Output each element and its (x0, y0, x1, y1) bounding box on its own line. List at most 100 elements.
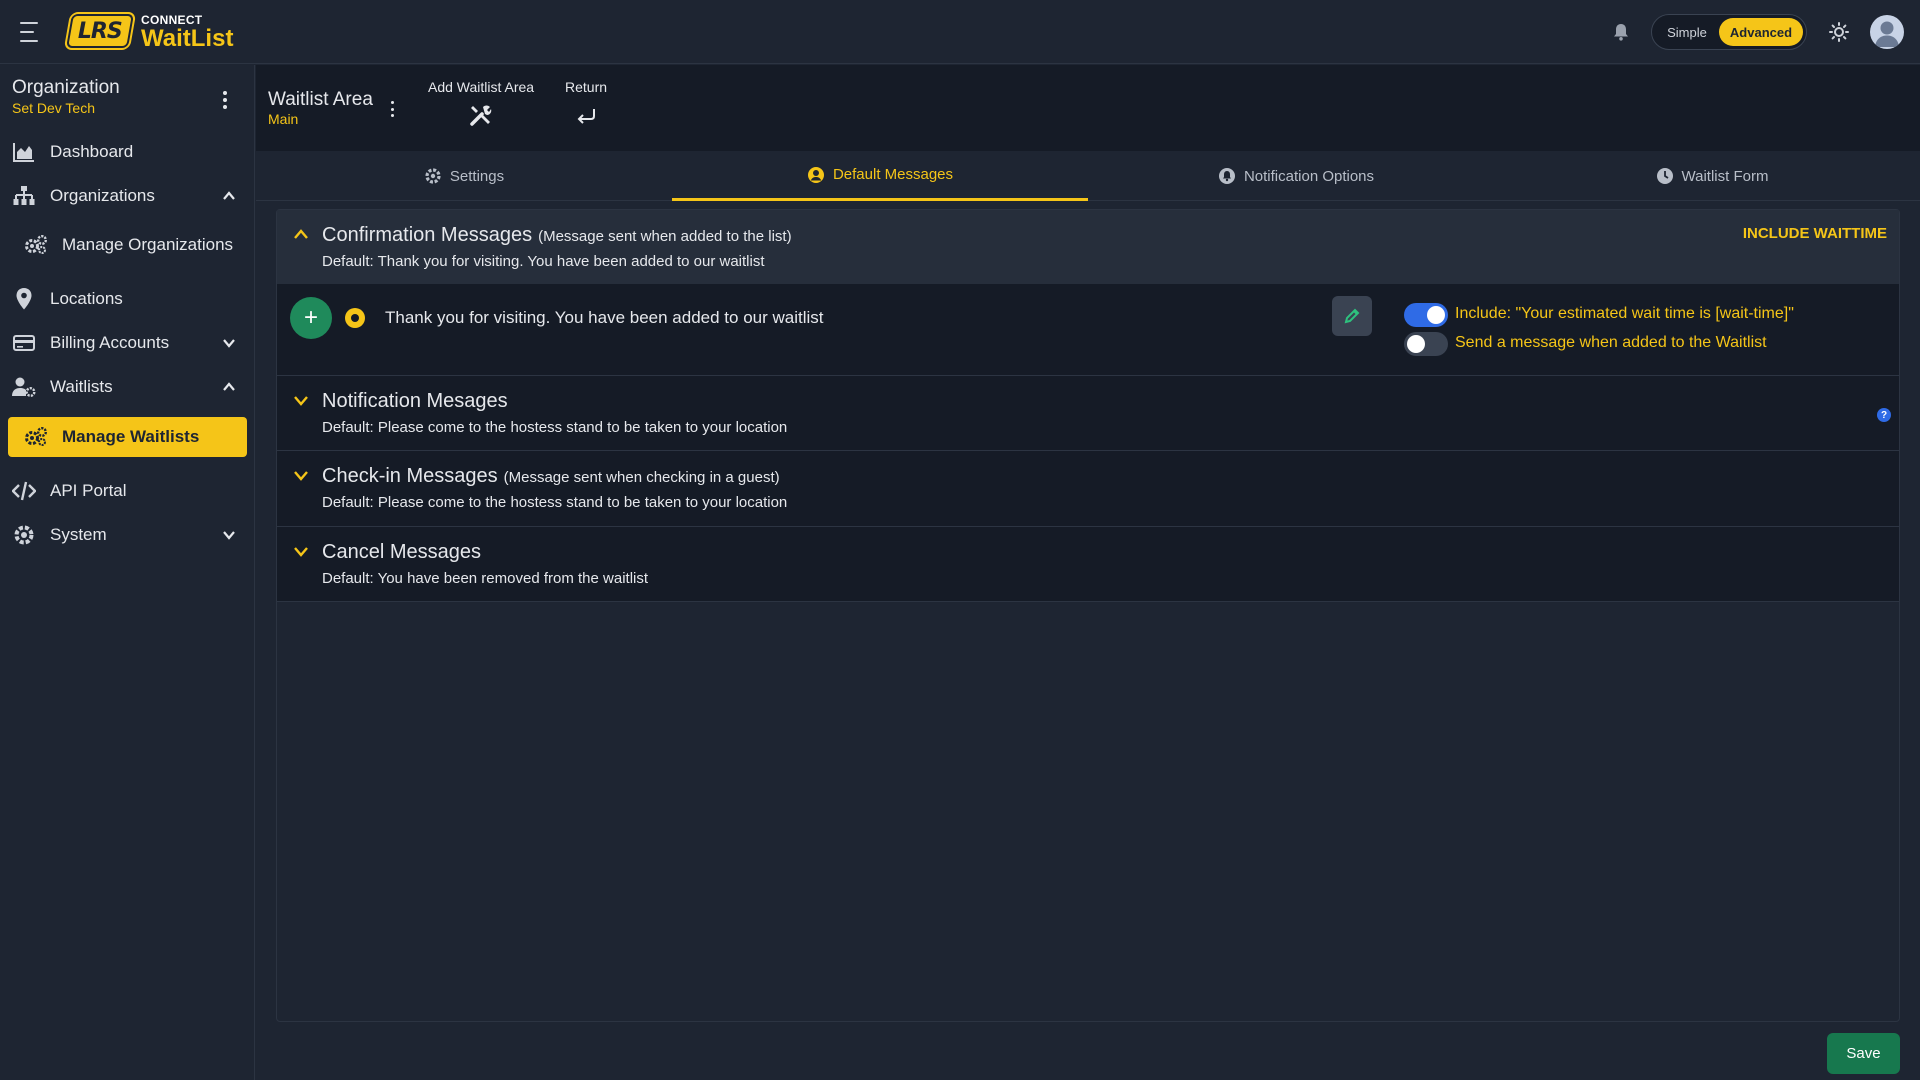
mode-toggle: Simple Advanced (1651, 14, 1807, 50)
sidebar-item-billing-accounts[interactable]: Billing Accounts (8, 323, 247, 363)
add-waitlist-area-label: Add Waitlist Area (428, 79, 535, 95)
sidebar-item-label: API Portal (50, 481, 127, 500)
bell-icon[interactable] (1611, 22, 1631, 42)
chevron-up-icon (292, 226, 310, 244)
cancel-default-text: Default: You have been removed from the … (322, 570, 649, 587)
chevron-down-icon (292, 542, 310, 560)
return-arrow-icon (574, 103, 598, 127)
send-message-switch-label: Send a message when added to the Waitlis… (1455, 334, 1767, 351)
tab-label: Waitlist Form (1681, 167, 1769, 185)
area-subtitle: Main (268, 111, 299, 127)
edit-message-button[interactable] (1332, 296, 1372, 336)
sidebar-item-manage-waitlists[interactable]: Manage Waitlists (8, 417, 247, 457)
org-title: Organization (12, 77, 120, 98)
gears-icon (24, 425, 48, 449)
return-label: Return (565, 79, 608, 95)
sidebar-item-dashboard[interactable]: Dashboard (8, 132, 247, 172)
tools-icon (469, 103, 493, 127)
tab-settings[interactable]: Settings (256, 151, 672, 201)
chevron-up-icon (221, 188, 237, 204)
sidebar-item-label: Manage Organizations (62, 235, 234, 254)
location-pin-icon (12, 287, 36, 311)
sun-icon[interactable] (1829, 22, 1849, 42)
notification-messages-section: Notification Mesages Default: Please com… (277, 376, 1899, 451)
return-button[interactable]: Return (565, 79, 607, 127)
checkin-messages-header[interactable]: Check-in Messages (Message sent when chec… (277, 451, 1899, 527)
chart-area-icon (12, 140, 36, 164)
section-title: Check-in Messages (Message sent when chec… (322, 465, 780, 488)
area-more-icon[interactable] (389, 101, 395, 117)
users-gear-icon (12, 375, 36, 399)
help-icon[interactable]: ? (1877, 408, 1891, 422)
include-waittime-switch[interactable] (1404, 303, 1448, 327)
tab-label: Notification Options (1243, 167, 1375, 185)
plus-icon: + (303, 304, 318, 331)
chevron-down-icon (292, 391, 310, 409)
gears-icon (24, 233, 48, 257)
cancel-messages-header[interactable]: Cancel Messages Default: You have been r… (277, 527, 1899, 602)
credit-card-icon (12, 331, 36, 355)
save-button[interactable]: Save (1827, 1033, 1900, 1074)
tab-label: Default Messages (832, 166, 954, 183)
add-message-button[interactable]: + (290, 297, 332, 339)
sidebar-item-label: System (50, 525, 107, 544)
sidebar-item-label: Organizations (50, 186, 155, 205)
confirmation-default-text: Default: Thank you for visiting. You hav… (322, 253, 765, 270)
sidebar-item-locations[interactable]: Locations (8, 279, 247, 319)
tab-waitlist-form[interactable]: Waitlist Form (1504, 151, 1920, 201)
sidebar-item-label: Waitlists (50, 377, 113, 396)
pencil-icon (1344, 308, 1360, 324)
bell-circle-icon (1218, 167, 1236, 185)
mode-advanced-button[interactable]: Advanced (1719, 18, 1803, 46)
sidebar-item-organizations[interactable]: Organizations (8, 176, 247, 216)
add-waitlist-area-button[interactable]: Add Waitlist Area (428, 79, 534, 127)
sidebar-item-manage-organizations[interactable]: Manage Organizations (8, 225, 247, 265)
messages-panel: Confirmation Messages (Message sent when … (276, 209, 1900, 1022)
sidebar-item-label: Manage Waitlists (62, 427, 200, 446)
confirmation-note: (Message sent when added to the list) (538, 228, 792, 245)
tab-bar: Settings Default Messages Notification O… (256, 151, 1920, 201)
message-select-radio[interactable] (345, 308, 365, 328)
mode-simple-button[interactable]: Simple (1655, 18, 1719, 46)
tab-default-messages[interactable]: Default Messages (672, 151, 1088, 201)
confirmation-message-row: + Thank you for visiting. You have been … (277, 284, 1899, 375)
sitemap-icon (12, 184, 36, 208)
gear-icon (12, 523, 36, 547)
sidebar-item-label: Locations (50, 289, 123, 308)
chevron-up-icon (221, 379, 237, 395)
sidebar: Organization Set Dev Tech Dashboard Orga… (0, 65, 255, 1080)
cancel-title: Cancel Messages (322, 541, 481, 563)
org-more-icon[interactable] (222, 91, 228, 109)
org-name: Set Dev Tech (12, 100, 96, 116)
sidebar-item-waitlists[interactable]: Waitlists (8, 367, 247, 407)
include-waittime-button[interactable]: INCLUDE WAITTIME (1743, 225, 1887, 242)
send-message-switch[interactable] (1404, 332, 1448, 356)
confirmation-messages-section: Confirmation Messages (Message sent when … (277, 210, 1899, 376)
lrs-logo: LRS (66, 14, 134, 48)
checkin-note: (Message sent when checking in a guest) (503, 469, 780, 486)
clock-icon (1656, 167, 1674, 185)
sidebar-item-api-portal[interactable]: API Portal (8, 471, 247, 511)
include-waittime-switch-label: Include: "Your estimated wait time is [w… (1455, 305, 1794, 322)
waitlist-area-header: Waitlist Area Main Add Waitlist Area Ret… (256, 65, 1920, 151)
sidebar-item-system[interactable]: System (8, 515, 247, 555)
notification-messages-header[interactable]: Notification Mesages Default: Please com… (277, 376, 1899, 451)
top-bar: LRS CONNECT WaitList Simple Advanced (0, 0, 1920, 64)
checkin-default-text: Default: Please come to the hostess stan… (322, 494, 788, 511)
tab-label: Settings (449, 167, 505, 185)
confirmation-messages-header[interactable]: Confirmation Messages (Message sent when … (277, 210, 1899, 284)
user-avatar-icon[interactable] (1870, 15, 1904, 49)
chevron-down-icon (221, 527, 237, 543)
checkin-title: Check-in Messages (322, 465, 498, 487)
sidebar-item-label: Dashboard (50, 142, 134, 161)
gear-icon (424, 167, 442, 185)
tab-notification-options[interactable]: Notification Options (1088, 151, 1504, 201)
confirmation-message-text: Thank you for visiting. You have been ad… (385, 308, 824, 327)
cancel-messages-section: Cancel Messages Default: You have been r… (277, 527, 1899, 602)
menu-icon[interactable] (20, 22, 42, 42)
page-title: Waitlist Area (268, 89, 373, 110)
sidebar-item-label: Billing Accounts (50, 333, 170, 352)
chevron-down-icon (292, 466, 310, 484)
brand-name: WaitList (141, 25, 234, 52)
confirmation-title: Confirmation Messages (322, 224, 533, 246)
